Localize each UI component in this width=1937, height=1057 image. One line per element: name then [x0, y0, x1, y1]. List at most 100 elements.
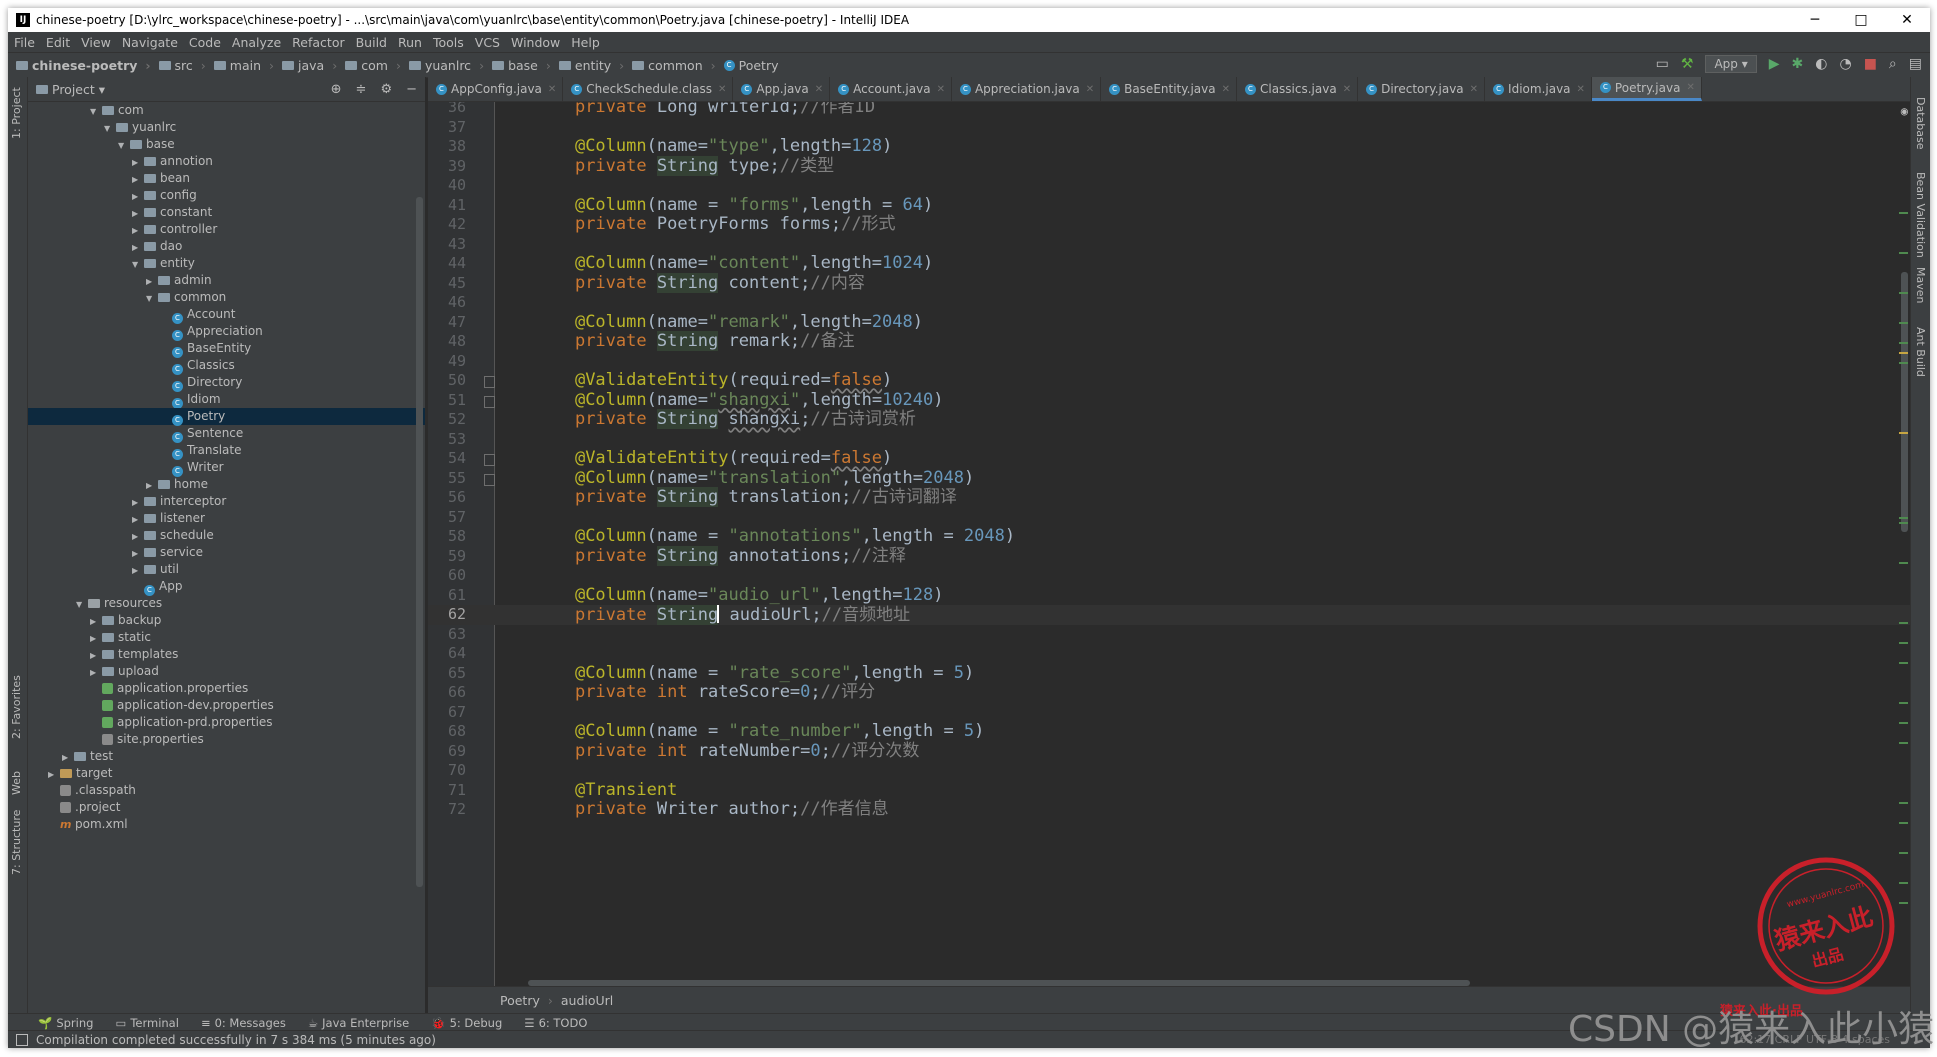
code-line[interactable]: 69 private int rateNumber=0;//评分次数	[428, 741, 1910, 762]
database-tool-button[interactable]: Database	[1914, 97, 1927, 150]
tree-item[interactable]: ▶ test	[28, 748, 425, 765]
change-marker[interactable]	[1899, 342, 1908, 344]
menu-run[interactable]: Run	[398, 35, 422, 50]
bottom-tool-button[interactable]: 🌱 Spring	[38, 1016, 93, 1030]
tree-item[interactable]: ▼ base	[28, 136, 425, 153]
tree-item[interactable]: C Classics	[28, 357, 425, 375]
code-line[interactable]: 70	[428, 761, 1910, 781]
change-marker[interactable]	[1899, 562, 1908, 564]
close-tab-icon[interactable]: ✕	[1086, 84, 1094, 95]
collapsed-arrow-icon[interactable]: ▶	[132, 494, 144, 511]
code-line[interactable]: 55 @Column(name="translation",length=204…	[428, 468, 1910, 489]
code-line[interactable]: 67	[428, 703, 1910, 723]
change-marker[interactable]	[1899, 822, 1908, 824]
tree-item[interactable]: ▶ util	[28, 561, 425, 578]
code-line[interactable]: 41 @Column(name = "forms",length = 64)	[428, 195, 1910, 216]
menu-view[interactable]: View	[81, 35, 111, 50]
nav-crumb-yuanlrc[interactable]: yuanlrc ›	[408, 58, 484, 73]
code-line[interactable]: 46	[428, 293, 1910, 313]
menu-edit[interactable]: Edit	[46, 35, 70, 50]
fold-marker-icon[interactable]	[484, 454, 495, 466]
code-line[interactable]: 51 @Column(name="shangxi",length=10240)	[428, 390, 1910, 411]
minimize-button[interactable]: ─	[1792, 12, 1838, 28]
code-line[interactable]: 47 @Column(name="remark",length=2048)	[428, 312, 1910, 333]
code-line[interactable]: 42 private PoetryForms forms;//形式	[428, 214, 1910, 235]
change-marker[interactable]	[1899, 622, 1908, 624]
tree-item[interactable]: C Idiom	[28, 391, 425, 409]
tree-item[interactable]: ▶ templates	[28, 646, 425, 663]
close-tab-icon[interactable]: ✕	[937, 84, 945, 95]
expanded-arrow-icon[interactable]: ▼	[76, 596, 88, 613]
run-icon[interactable]: ▶	[1769, 56, 1780, 72]
editor-tab[interactable]: C Account.java ✕	[830, 77, 952, 101]
collapsed-arrow-icon[interactable]: ▶	[132, 222, 144, 239]
editor-tab[interactable]: C Classics.java ✕	[1237, 77, 1359, 101]
bottom-tool-button[interactable]: ☕ Java Enterprise	[308, 1016, 409, 1030]
collapsed-arrow-icon[interactable]: ▶	[62, 749, 74, 766]
code-line[interactable]: 50 @ValidateEntity(required=false)	[428, 370, 1910, 391]
bottom-tool-button[interactable]: 🐞 5: Debug	[431, 1016, 502, 1030]
code-line[interactable]: 58 @Column(name = "annotations",length =…	[428, 526, 1910, 547]
tree-item[interactable]: .project	[28, 799, 425, 816]
tree-item[interactable]: m pom.xml	[28, 816, 425, 833]
status-toggle-icon[interactable]	[16, 1033, 28, 1046]
change-marker[interactable]	[1899, 722, 1908, 724]
tree-item[interactable]: ▶ backup	[28, 612, 425, 629]
collapsed-arrow-icon[interactable]: ▶	[132, 239, 144, 256]
search-icon[interactable]: ⌕	[1889, 56, 1897, 72]
change-marker[interactable]	[1899, 702, 1908, 704]
editor-tab[interactable]: C BaseEntity.java ✕	[1101, 77, 1237, 101]
change-marker[interactable]	[1899, 882, 1908, 884]
tree-item[interactable]: C Poetry	[28, 408, 425, 426]
menu-window[interactable]: Window	[511, 35, 560, 50]
tree-item[interactable]: application.properties	[28, 680, 425, 697]
code-line[interactable]: 57	[428, 508, 1910, 528]
change-marker[interactable]	[1899, 522, 1908, 524]
code-line[interactable]: 60	[428, 566, 1910, 586]
breadcrumb-field[interactable]: audioUrl	[561, 993, 613, 1008]
collapsed-arrow-icon[interactable]: ▶	[132, 545, 144, 562]
gear-icon[interactable]: ⚙	[380, 82, 392, 97]
stop-icon[interactable]: ■	[1864, 56, 1877, 72]
change-marker[interactable]	[1899, 352, 1908, 354]
collapsed-arrow-icon[interactable]: ▶	[132, 562, 144, 579]
change-marker[interactable]	[1899, 322, 1908, 324]
collapsed-arrow-icon[interactable]: ▶	[132, 171, 144, 188]
bean-validation-tool-button[interactable]: Bean Validation	[1914, 172, 1927, 258]
project-view-select[interactable]: Project ▾	[52, 82, 105, 97]
collapsed-arrow-icon[interactable]: ▶	[132, 511, 144, 528]
nav-crumb-project[interactable]: chinese-poetry ›	[16, 58, 151, 73]
tree-item[interactable]: application-prd.properties	[28, 714, 425, 731]
tree-item[interactable]: ▶ controller	[28, 221, 425, 238]
tree-item[interactable]: C Appreciation	[28, 323, 425, 341]
tree-item[interactable]: ▼ entity	[28, 255, 425, 272]
tree-item[interactable]: ▶ upload	[28, 663, 425, 680]
collapsed-arrow-icon[interactable]: ▶	[132, 188, 144, 205]
fold-marker-icon[interactable]	[484, 395, 495, 408]
tree-item[interactable]: C Translate	[28, 442, 425, 460]
code-line[interactable]: 71 @Transient	[428, 780, 1910, 801]
maximize-button[interactable]: □	[1838, 12, 1884, 28]
code-line[interactable]: 38 @Column(name="type",length=128)	[428, 136, 1910, 157]
code-line[interactable]: 62 private String audioUrl;//音频地址	[428, 605, 1910, 625]
editor-tab[interactable]: C Directory.java ✕	[1358, 77, 1486, 101]
run-config-select[interactable]: App ▾	[1705, 55, 1757, 73]
menu-navigate[interactable]: Navigate	[122, 35, 178, 50]
tree-item[interactable]: ▼ common	[28, 289, 425, 306]
code-line[interactable]: 37	[428, 118, 1910, 138]
profile-icon[interactable]: ◔	[1839, 56, 1851, 72]
change-marker[interactable]	[1899, 802, 1908, 804]
close-tab-icon[interactable]: ✕	[1577, 84, 1585, 95]
code-line[interactable]: 63	[428, 625, 1910, 645]
close-tab-icon[interactable]: ✕	[1686, 82, 1694, 93]
tree-item[interactable]: C Sentence	[28, 425, 425, 443]
fold-marker-icon[interactable]	[484, 376, 495, 388]
web-tool-button[interactable]: Web	[10, 771, 23, 795]
close-tab-icon[interactable]: ✕	[1343, 84, 1351, 95]
code-line[interactable]: 53	[428, 430, 1910, 450]
tree-item[interactable]: site.properties	[28, 731, 425, 748]
change-marker[interactable]	[1899, 662, 1908, 664]
ant-build-tool-button[interactable]: Ant Build	[1914, 327, 1927, 377]
code-editor[interactable]: 36 private Long writerId;//作者ID 37 38 @Col…	[428, 102, 1910, 986]
tree-item[interactable]: application-dev.properties	[28, 697, 425, 714]
